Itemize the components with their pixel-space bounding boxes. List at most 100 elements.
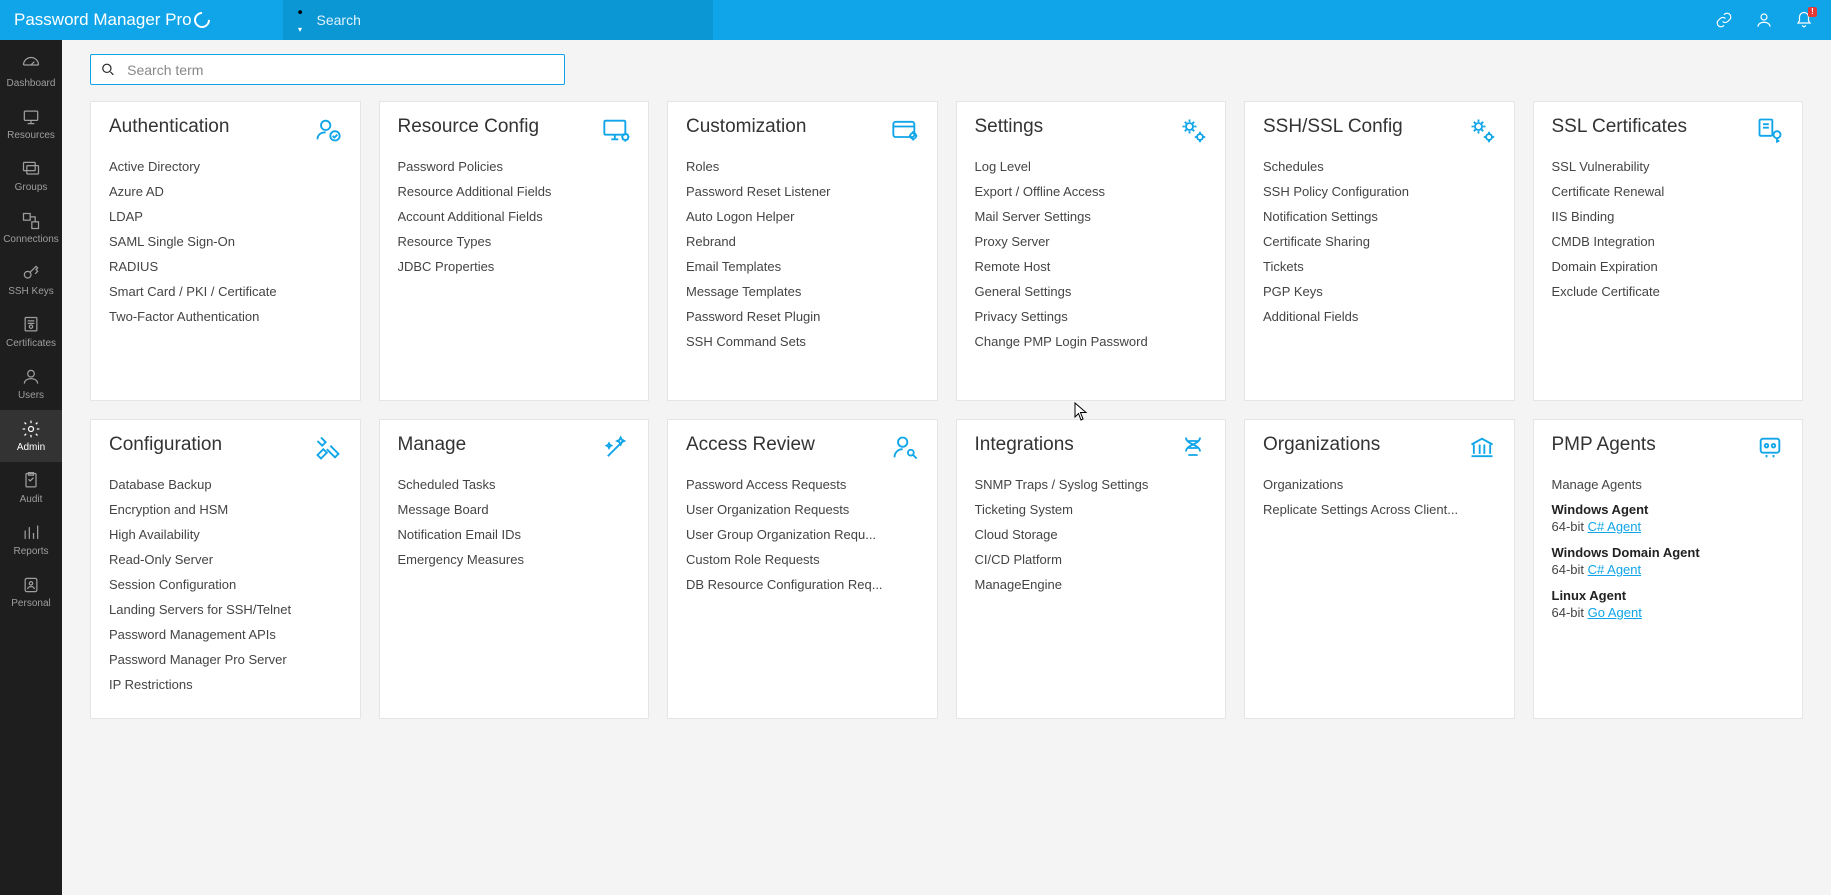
card-item[interactable]: SNMP Traps / Syslog Settings [975,472,1208,497]
card-item[interactable]: High Availability [109,522,342,547]
card-item[interactable]: PGP Keys [1263,279,1496,304]
card-item[interactable]: Password Manager Pro Server [109,647,342,672]
sidebar-item-connections[interactable]: Connections [0,202,62,254]
card-item[interactable]: Export / Offline Access [975,179,1208,204]
agent-download-link[interactable]: C# Agent [1588,562,1642,577]
card-item[interactable]: Password Reset Listener [686,179,919,204]
card-item[interactable]: Privacy Settings [975,304,1208,329]
card-item[interactable]: General Settings [975,279,1208,304]
card-item[interactable]: Certificate Sharing [1263,229,1496,254]
card-item[interactable]: User Group Organization Requ... [686,522,919,547]
global-search-input[interactable] [317,12,699,28]
card-item[interactable]: Resource Types [398,229,631,254]
manage-agents-link[interactable]: Manage Agents [1552,472,1785,497]
card-item[interactable]: CMDB Integration [1552,229,1785,254]
card-item[interactable]: SAML Single Sign-On [109,229,342,254]
card-item[interactable]: Roles [686,154,919,179]
card-item[interactable]: Resource Additional Fields [398,179,631,204]
sidebar-item-label: Groups [15,182,48,193]
card-item[interactable]: Scheduled Tasks [398,472,631,497]
agent-download-link[interactable]: C# Agent [1588,519,1642,534]
card-item[interactable]: Database Backup [109,472,342,497]
sidebar-item-certificates[interactable]: Certificates [0,306,62,358]
card-item[interactable]: Ticketing System [975,497,1208,522]
card-item[interactable]: Account Additional Fields [398,204,631,229]
admin-search-input[interactable] [127,62,554,78]
card-item[interactable]: RADIUS [109,254,342,279]
agent-download-line: 64-bit Go Agent [1552,605,1785,626]
card-item[interactable]: Change PMP Login Password [975,329,1208,354]
card-access: Access ReviewPassword Access RequestsUse… [667,419,938,719]
card-item[interactable]: Encryption and HSM [109,497,342,522]
bell-icon[interactable]: ! [1795,11,1813,29]
card-item[interactable]: Organizations [1263,472,1496,497]
card-item[interactable]: SSH Command Sets [686,329,919,354]
card-item[interactable]: Notification Email IDs [398,522,631,547]
card-item[interactable]: Password Policies [398,154,631,179]
agent-download-link[interactable]: Go Agent [1588,605,1642,620]
link-icon[interactable] [1715,11,1733,29]
admin-search[interactable] [90,54,565,85]
card-item[interactable]: IP Restrictions [109,672,342,697]
card-item[interactable]: SSL Vulnerability [1552,154,1785,179]
card-item[interactable]: Message Templates [686,279,919,304]
sidebar-item-admin[interactable]: Admin [0,410,62,462]
sidebar-item-sshkeys[interactable]: SSH Keys [0,254,62,306]
card-item[interactable]: Custom Role Requests [686,547,919,572]
brand-logo-icon [190,9,213,32]
card-item[interactable]: Domain Expiration [1552,254,1785,279]
connections-icon [21,211,41,231]
card-item[interactable]: Cloud Storage [975,522,1208,547]
card-title: Configuration [109,434,222,456]
sidebar-item-resources[interactable]: Resources [0,98,62,150]
card-integ: IntegrationsSNMP Traps / Syslog Settings… [956,419,1227,719]
card-item[interactable]: ManageEngine [975,572,1208,597]
card-item[interactable]: Additional Fields [1263,304,1496,329]
card-item[interactable]: LDAP [109,204,342,229]
card-item[interactable]: IIS Binding [1552,204,1785,229]
card-item[interactable]: Replicate Settings Across Client... [1263,497,1496,522]
card-item[interactable]: SSH Policy Configuration [1263,179,1496,204]
card-item[interactable]: Tickets [1263,254,1496,279]
sidebar-item-users[interactable]: Users [0,358,62,410]
card-item[interactable]: User Organization Requests [686,497,919,522]
agent-download-line: 64-bit C# Agent [1552,562,1785,583]
card-item[interactable]: Password Access Requests [686,472,919,497]
card-item[interactable]: Schedules [1263,154,1496,179]
groups-icon [21,159,41,179]
global-search[interactable] [283,0,713,40]
card-item[interactable]: Rebrand [686,229,919,254]
card-item[interactable]: Password Reset Plugin [686,304,919,329]
card-item[interactable]: Landing Servers for SSH/Telnet [109,597,342,622]
card-item[interactable]: Email Templates [686,254,919,279]
card-item[interactable]: DB Resource Configuration Req... [686,572,919,597]
card-item[interactable]: Emergency Measures [398,547,631,572]
card-item[interactable]: Read-Only Server [109,547,342,572]
monitor-gear-icon [602,116,630,144]
sidebar-item-groups[interactable]: Groups [0,150,62,202]
resources-icon [21,107,41,127]
card-item[interactable]: Certificate Renewal [1552,179,1785,204]
card-item[interactable]: CI/CD Platform [975,547,1208,572]
card-item[interactable]: Notification Settings [1263,204,1496,229]
card-item[interactable]: Azure AD [109,179,342,204]
card-item[interactable]: Mail Server Settings [975,204,1208,229]
sidebar-item-reports[interactable]: Reports [0,514,62,566]
card-item[interactable]: Active Directory [109,154,342,179]
sidebar-item-audit[interactable]: Audit [0,462,62,514]
card-item[interactable]: Log Level [975,154,1208,179]
card-item[interactable]: Session Configuration [109,572,342,597]
user-icon[interactable] [1755,11,1773,29]
card-item[interactable]: Password Management APIs [109,622,342,647]
agent-icon [1756,434,1784,462]
card-item[interactable]: Proxy Server [975,229,1208,254]
card-item[interactable]: Remote Host [975,254,1208,279]
card-item[interactable]: Exclude Certificate [1552,279,1785,304]
card-item[interactable]: JDBC Properties [398,254,631,279]
card-item[interactable]: Message Board [398,497,631,522]
sidebar-item-personal[interactable]: Personal [0,566,62,618]
card-item[interactable]: Two-Factor Authentication [109,304,342,329]
sidebar-item-dashboard[interactable]: Dashboard [0,46,62,98]
card-item[interactable]: Smart Card / PKI / Certificate [109,279,342,304]
card-item[interactable]: Auto Logon Helper [686,204,919,229]
